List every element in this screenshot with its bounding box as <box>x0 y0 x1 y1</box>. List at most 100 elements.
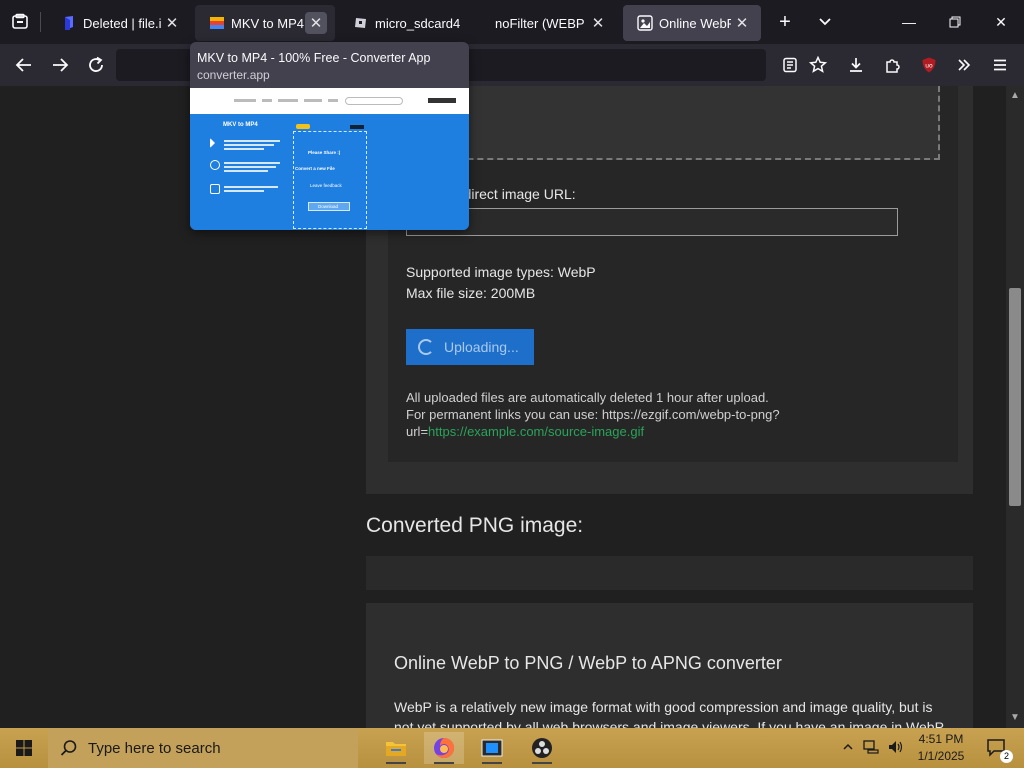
list-all-tabs-button[interactable] <box>805 0 845 44</box>
scrollbar-thumb[interactable] <box>1009 288 1021 506</box>
film-strip-icon <box>481 739 503 757</box>
close-icon: ✕ <box>995 13 1007 30</box>
search-icon <box>60 740 77 756</box>
forward-button[interactable] <box>42 47 78 83</box>
thumbnail-text: Convert a new File <box>295 166 335 171</box>
clock-date: 1/1/2025 <box>917 749 965 763</box>
app-menu-button[interactable] <box>982 47 1018 83</box>
max-file-size-text: Max file size: 200MB <box>406 285 536 301</box>
thumbnail-navbar <box>190 88 469 114</box>
close-tab-icon[interactable]: ✕ <box>731 12 753 34</box>
windows-logo-icon <box>16 740 32 756</box>
ublock-shield-icon: uo <box>922 57 936 73</box>
image-favicon-icon <box>355 18 366 28</box>
close-window-button[interactable]: ✕ <box>978 0 1024 44</box>
obs-icon <box>532 738 552 758</box>
cursor-icon <box>210 138 215 148</box>
minimize-window-button[interactable]: — <box>886 0 932 44</box>
page-content: Or paste direct image URL: Supported ima… <box>0 86 1006 728</box>
tab-micro-sdcard[interactable]: micro_sdcard4 <box>339 5 481 41</box>
firefox-taskbar-button[interactable] <box>424 732 464 764</box>
reload-button[interactable] <box>78 47 114 83</box>
thumbnail-text: Please Share :) <box>308 150 341 155</box>
back-button[interactable] <box>6 47 42 83</box>
about-paragraph: WebP is a relatively new image format wi… <box>394 699 944 728</box>
new-tab-button[interactable]: + <box>765 0 805 44</box>
close-tab-icon[interactable]: ✕ <box>161 12 183 34</box>
scroll-down-arrow-icon[interactable]: ▼ <box>1010 712 1020 723</box>
reload-icon <box>89 56 103 72</box>
start-button[interactable] <box>0 728 48 768</box>
volume-icon[interactable] <box>884 740 908 757</box>
arrow-left-icon <box>15 58 31 72</box>
tab-mkv-to-mp4[interactable]: MKV to MP4 - 100% Free ✕ <box>195 5 335 41</box>
network-icon[interactable] <box>858 739 884 757</box>
about-section: Online WebP to PNG / WebP to APNG conver… <box>366 603 973 728</box>
restore-icon <box>949 16 961 28</box>
tab-hover-preview: MKV to MP4 - 100% Free - Converter App c… <box>190 42 469 230</box>
tab-separator <box>40 12 41 32</box>
obs-taskbar-button[interactable] <box>522 732 562 764</box>
taskbar-clock[interactable]: 4:51 PM 1/1/2025 <box>910 731 972 765</box>
preview-title: MKV to MP4 - 100% Free - Converter App <box>197 51 431 65</box>
auto-delete-note: All uploaded files are automatically del… <box>406 390 769 405</box>
more-tools-button[interactable] <box>946 47 982 83</box>
ezgif-favicon-icon <box>637 15 653 31</box>
double-chevron-right-icon <box>958 59 971 71</box>
clipboard-icon <box>210 184 220 194</box>
about-heading: Online WebP to PNG / WebP to APNG conver… <box>394 653 782 673</box>
upload-button[interactable]: Uploading... <box>406 329 534 365</box>
search-placeholder: Type here to search <box>88 739 221 757</box>
tab-title: Deleted | file.io <box>83 15 161 31</box>
puzzle-piece-icon <box>886 59 900 73</box>
gauge-icon <box>210 160 220 170</box>
folder-icon <box>386 742 406 756</box>
preview-thumbnail: MKV to MP4 Please Share :) Convert a new… <box>190 88 469 230</box>
action-center-button[interactable]: 2 <box>982 728 1013 768</box>
restore-window-button[interactable] <box>932 0 978 44</box>
tab-online-webp-to-png[interactable]: Online WebP to PNG ✕ <box>623 5 761 41</box>
tab-title: micro_sdcard4 <box>375 15 461 31</box>
thumbnail-heading: MKV to MP4 <box>223 122 258 128</box>
firefox-icon <box>434 738 454 758</box>
upload-button-label: Uploading... <box>444 339 519 355</box>
arrow-right-icon <box>53 58 69 72</box>
upload-note: All uploaded files are automatically del… <box>406 389 946 440</box>
navigation-toolbar: uo <box>0 44 1024 86</box>
example-url-link[interactable]: https://example.com/source-image.gif <box>428 424 644 439</box>
chevron-down-icon <box>819 18 831 26</box>
downloads-button[interactable] <box>838 47 874 83</box>
hamburger-menu-icon <box>994 59 1006 71</box>
system-tray <box>838 728 908 768</box>
tab-title: MKV to MP4 - 100% Free <box>231 15 305 31</box>
windows-taskbar: Type here to search 4:51 PM 1/1/2025 2 <box>0 728 1024 768</box>
ublock-origin-button[interactable]: uo <box>911 47 947 83</box>
close-tab-icon[interactable]: ✕ <box>305 12 327 34</box>
file-drop-zone[interactable] <box>388 86 940 160</box>
firefox-view-button[interactable] <box>0 0 40 44</box>
svg-text:uo: uo <box>925 63 933 70</box>
minimize-icon: — <box>902 14 916 30</box>
converted-image-heading: Converted PNG image: <box>366 514 584 537</box>
image-url-input[interactable] <box>406 208 898 236</box>
tab-title: noFilter (WEBP Image) <box>495 15 587 31</box>
notification-count-badge: 2 <box>1000 750 1013 763</box>
preview-url: converter.app <box>197 68 270 82</box>
scroll-up-arrow-icon[interactable]: ▲ <box>1010 90 1020 101</box>
close-tab-icon[interactable]: ✕ <box>587 12 609 34</box>
tab-title: Online WebP to PNG <box>659 15 731 31</box>
show-hidden-icons-chevron-icon[interactable] <box>838 741 858 756</box>
taskbar-search-box[interactable]: Type here to search <box>48 728 358 768</box>
extensions-button[interactable] <box>875 47 911 83</box>
converter-app-favicon-icon <box>210 17 224 29</box>
screen-recorder-taskbar-button[interactable] <box>472 732 512 764</box>
thumbnail-text: Leave feedback <box>310 183 342 188</box>
page-scrollbar[interactable]: ▲ ▼ <box>1006 86 1024 728</box>
tab-strip: Deleted | file.io ✕ MKV to MP4 - 100% Fr… <box>0 0 1024 44</box>
plus-icon: + <box>779 10 791 33</box>
tab-file-io[interactable]: Deleted | file.io ✕ <box>47 5 191 41</box>
file-explorer-taskbar-button[interactable] <box>376 732 416 764</box>
thumbnail-button-label: Download <box>318 204 339 209</box>
tab-nofilter-webp[interactable]: noFilter (WEBP Image) ✕ <box>481 5 617 41</box>
bookmark-button[interactable] <box>800 47 836 83</box>
